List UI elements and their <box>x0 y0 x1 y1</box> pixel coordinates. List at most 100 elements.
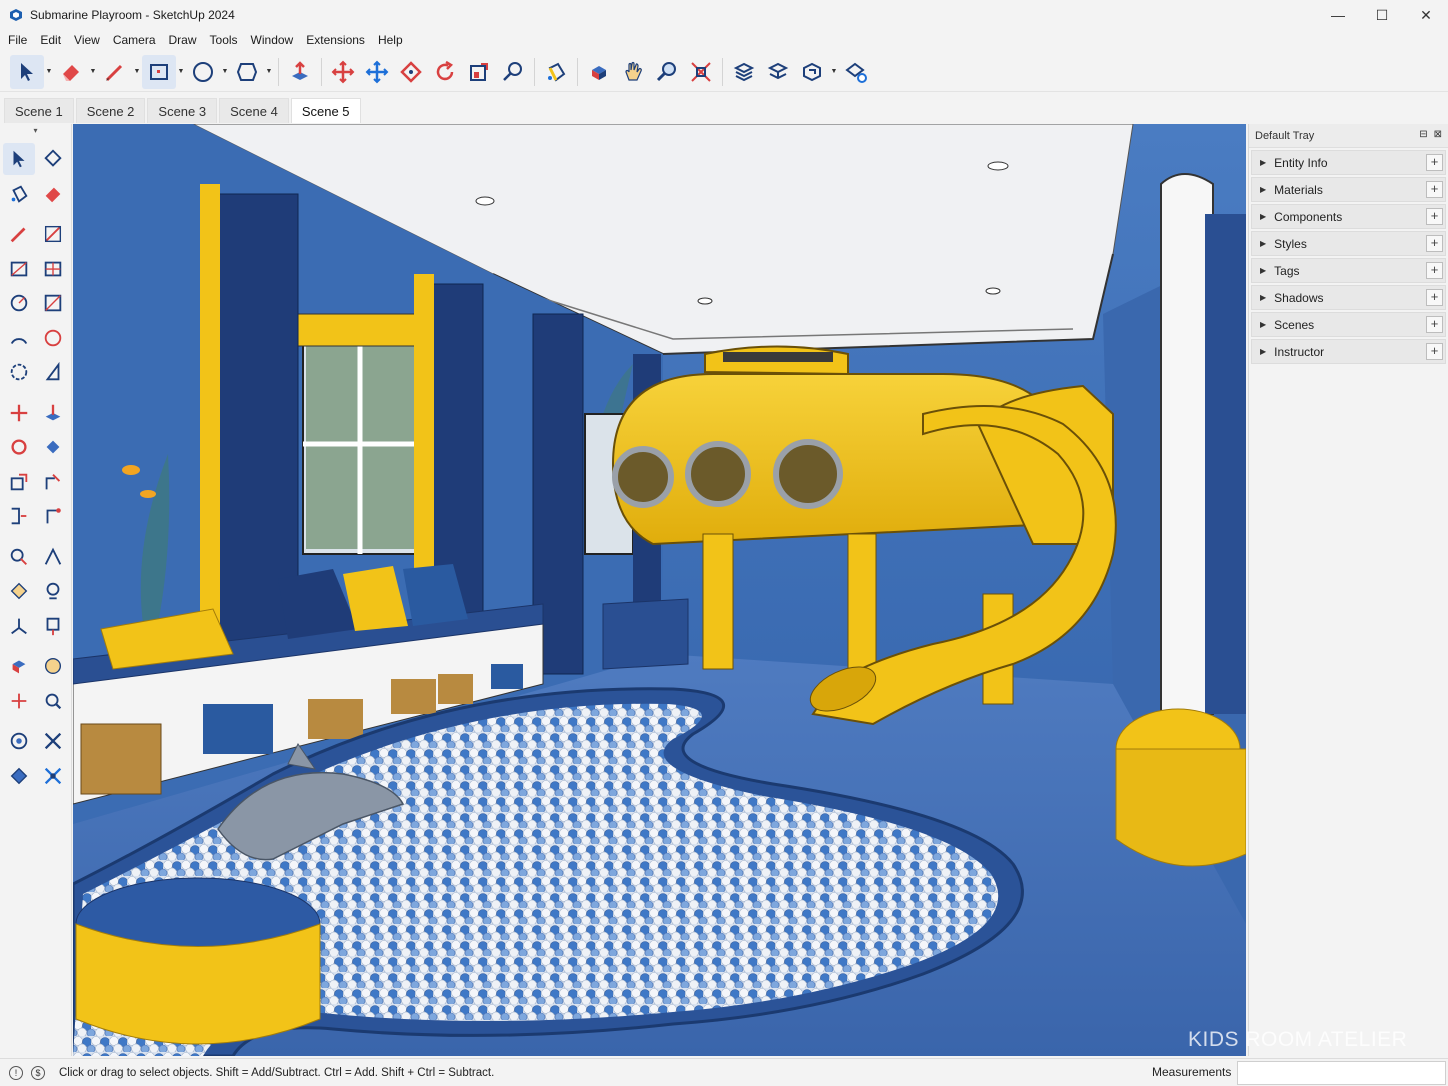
section-plane-button[interactable] <box>37 610 69 642</box>
paint-bucket-button[interactable] <box>3 178 35 210</box>
rotated-rectangle-button[interactable] <box>37 253 69 285</box>
tray-panel-materials[interactable]: ▶ Materials + <box>1251 177 1446 202</box>
line-tool-button[interactable] <box>98 55 132 89</box>
geolocation-icon[interactable]: ! <box>9 1065 23 1080</box>
line-dropdown[interactable]: ▼ <box>132 55 142 89</box>
orbit-tool-button[interactable] <box>582 55 616 89</box>
tab-scene-3[interactable]: Scene 3 <box>147 98 218 123</box>
zoom-button[interactable] <box>3 685 35 717</box>
add-icon[interactable]: + <box>1426 262 1443 279</box>
freehand-button[interactable] <box>37 218 69 250</box>
scale-tool-button[interactable] <box>394 55 428 89</box>
menu-edit[interactable]: Edit <box>40 33 61 47</box>
pan-tool-button[interactable] <box>616 55 650 89</box>
three-point-arc-button[interactable] <box>3 356 35 388</box>
polygon-button[interactable] <box>37 287 69 319</box>
zoom-tool-button[interactable] <box>650 55 684 89</box>
add-icon[interactable]: + <box>1426 343 1443 360</box>
text-button[interactable] <box>37 575 69 607</box>
add-icon[interactable]: + <box>1426 181 1443 198</box>
field-of-view-button[interactable] <box>37 760 69 792</box>
rotate-tool-button[interactable] <box>428 55 462 89</box>
polygon-tool-button[interactable] <box>230 55 264 89</box>
select-tool-button[interactable] <box>2 143 35 176</box>
tab-scene-1[interactable]: Scene 1 <box>4 98 74 123</box>
zoom-window-button[interactable] <box>37 685 69 717</box>
add-icon[interactable]: + <box>1426 208 1443 225</box>
layout-tool-button[interactable] <box>795 55 829 89</box>
menu-file[interactable]: File <box>8 33 27 47</box>
extension-warehouse-tool-button[interactable] <box>761 55 795 89</box>
arc-button[interactable] <box>3 322 35 354</box>
add-icon[interactable]: + <box>1426 316 1443 333</box>
follow-me-button[interactable] <box>37 431 69 463</box>
menu-tools[interactable]: Tools <box>210 33 238 47</box>
menu-window[interactable]: Window <box>251 33 294 47</box>
offset-button[interactable] <box>37 466 69 498</box>
push-pull-button[interactable] <box>37 397 69 429</box>
send-to-layout-tool-button[interactable] <box>839 55 873 89</box>
menu-help[interactable]: Help <box>378 33 403 47</box>
tab-scene-2[interactable]: Scene 2 <box>75 98 146 123</box>
move-tool-button[interactable] <box>326 55 360 89</box>
add-icon[interactable]: + <box>1426 289 1443 306</box>
line-button[interactable] <box>3 218 35 250</box>
look-around-button[interactable] <box>37 725 69 757</box>
dimension-button[interactable] <box>37 541 69 573</box>
rotate-button[interactable] <box>3 431 35 463</box>
tray-panel-components[interactable]: ▶ Components + <box>1251 204 1446 229</box>
paint-bucket-tool-button[interactable] <box>539 55 573 89</box>
scale-button[interactable] <box>3 466 35 498</box>
eraser-dropdown[interactable]: ▼ <box>88 55 98 89</box>
minimize-button[interactable]: — <box>1316 0 1360 30</box>
two-point-arc-button[interactable] <box>37 322 69 354</box>
position-texture-button[interactable] <box>37 500 69 532</box>
eraser-tool-button[interactable] <box>54 55 88 89</box>
pin-icon[interactable]: ⊟ <box>1419 129 1427 140</box>
flip-button[interactable] <box>3 500 35 532</box>
menu-draw[interactable]: Draw <box>169 33 197 47</box>
pie-button[interactable] <box>37 356 69 388</box>
credits-icon[interactable]: $ <box>31 1065 45 1080</box>
rectangle-dropdown[interactable]: ▼ <box>176 55 186 89</box>
menu-extensions[interactable]: Extensions <box>306 33 365 47</box>
tray-panel-instructor[interactable]: ▶ Instructor + <box>1251 339 1446 364</box>
tab-scene-5[interactable]: Scene 5 <box>290 98 361 123</box>
move-copy-tool-button[interactable] <box>360 55 394 89</box>
lasso-select-button[interactable] <box>37 143 69 175</box>
select-tool-button[interactable] <box>10 54 44 89</box>
3d-viewport[interactable] <box>73 124 1246 1056</box>
protractor-button[interactable] <box>3 575 35 607</box>
maximize-button[interactable]: ☐ <box>1360 0 1404 30</box>
add-icon[interactable]: + <box>1426 154 1443 171</box>
layout-dropdown[interactable]: ▼ <box>829 55 839 89</box>
walk-button[interactable] <box>3 760 35 792</box>
eraser-button[interactable] <box>37 178 69 210</box>
circle-button[interactable] <box>3 287 35 319</box>
rectangle-tool-button[interactable] <box>142 54 176 89</box>
orbit-button[interactable] <box>3 650 35 682</box>
pan-button[interactable] <box>37 650 69 682</box>
tray-panel-styles[interactable]: ▶ Styles + <box>1251 231 1446 256</box>
circle-tool-button[interactable] <box>186 55 220 89</box>
rectangle-button[interactable] <box>3 253 35 285</box>
select-dropdown[interactable]: ▼ <box>44 55 54 89</box>
push-pull-tool-button[interactable] <box>283 55 317 89</box>
position-camera-button[interactable] <box>3 725 35 757</box>
menu-camera[interactable]: Camera <box>113 33 156 47</box>
close-button[interactable]: ✕ <box>1404 0 1448 30</box>
tray-panel-tags[interactable]: ▶ Tags + <box>1251 258 1446 283</box>
follow-me-tool-button[interactable] <box>462 55 496 89</box>
polygon-dropdown[interactable]: ▼ <box>264 55 274 89</box>
move-button[interactable] <box>3 397 35 429</box>
add-icon[interactable]: + <box>1426 235 1443 252</box>
menu-view[interactable]: View <box>74 33 100 47</box>
palette-grip-icon[interactable]: ▾ <box>0 124 71 142</box>
measurements-input[interactable] <box>1237 1061 1446 1085</box>
tape-measure-button[interactable] <box>3 541 35 573</box>
tray-panel-scenes[interactable]: ▶ Scenes + <box>1251 312 1446 337</box>
zoom-extents-tool-button[interactable] <box>684 55 718 89</box>
warehouse-tool-button[interactable] <box>727 55 761 89</box>
circle-dropdown[interactable]: ▼ <box>220 55 230 89</box>
tray-panel-entity-info[interactable]: ▶ Entity Info + <box>1251 150 1446 175</box>
